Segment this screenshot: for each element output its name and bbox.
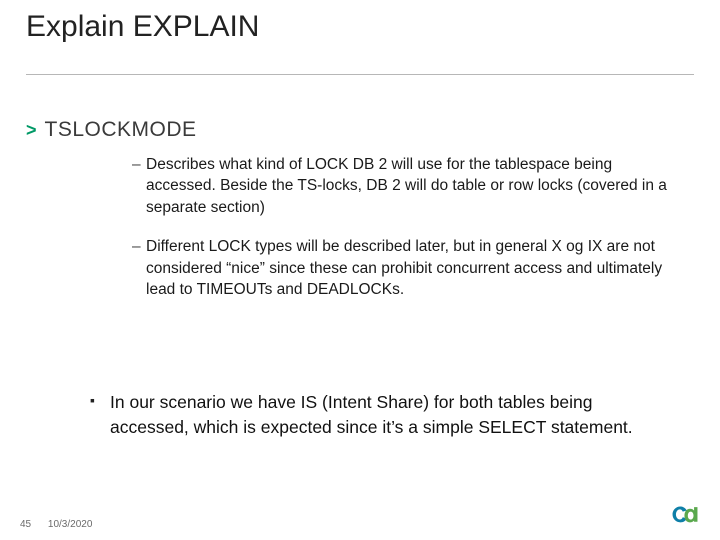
page-title: Explain EXPLAIN xyxy=(26,10,259,44)
subheading-text: TSLOCKMODE xyxy=(45,118,197,142)
chevron-right-icon: > xyxy=(26,120,37,141)
bullet-list: – Describes what kind of LOCK DB 2 will … xyxy=(132,154,672,318)
dash-bullet-icon: – xyxy=(132,154,146,218)
slide: Explain EXPLAIN > TSLOCKMODE – Describes… xyxy=(0,0,720,540)
bullet-text: Describes what kind of LOCK DB 2 will us… xyxy=(146,154,672,218)
title-divider xyxy=(26,74,694,75)
footer-date: 10/3/2020 xyxy=(48,519,93,530)
slide-footer: 45 10/3/2020 xyxy=(20,519,92,530)
dash-bullet-icon: – xyxy=(132,236,146,300)
bullet-text: Different LOCK types will be described l… xyxy=(146,236,672,300)
scenario-text: In our scenario we have IS (Intent Share… xyxy=(110,390,660,439)
page-number: 45 xyxy=(20,519,31,530)
square-bullet-icon: ▪ xyxy=(90,390,110,439)
list-item: – Describes what kind of LOCK DB 2 will … xyxy=(132,154,672,218)
section-subheading: > TSLOCKMODE xyxy=(26,118,197,142)
ca-logo-icon xyxy=(668,503,702,532)
list-item: – Different LOCK types will be described… xyxy=(132,236,672,300)
scenario-note: ▪ In our scenario we have IS (Intent Sha… xyxy=(90,390,660,439)
